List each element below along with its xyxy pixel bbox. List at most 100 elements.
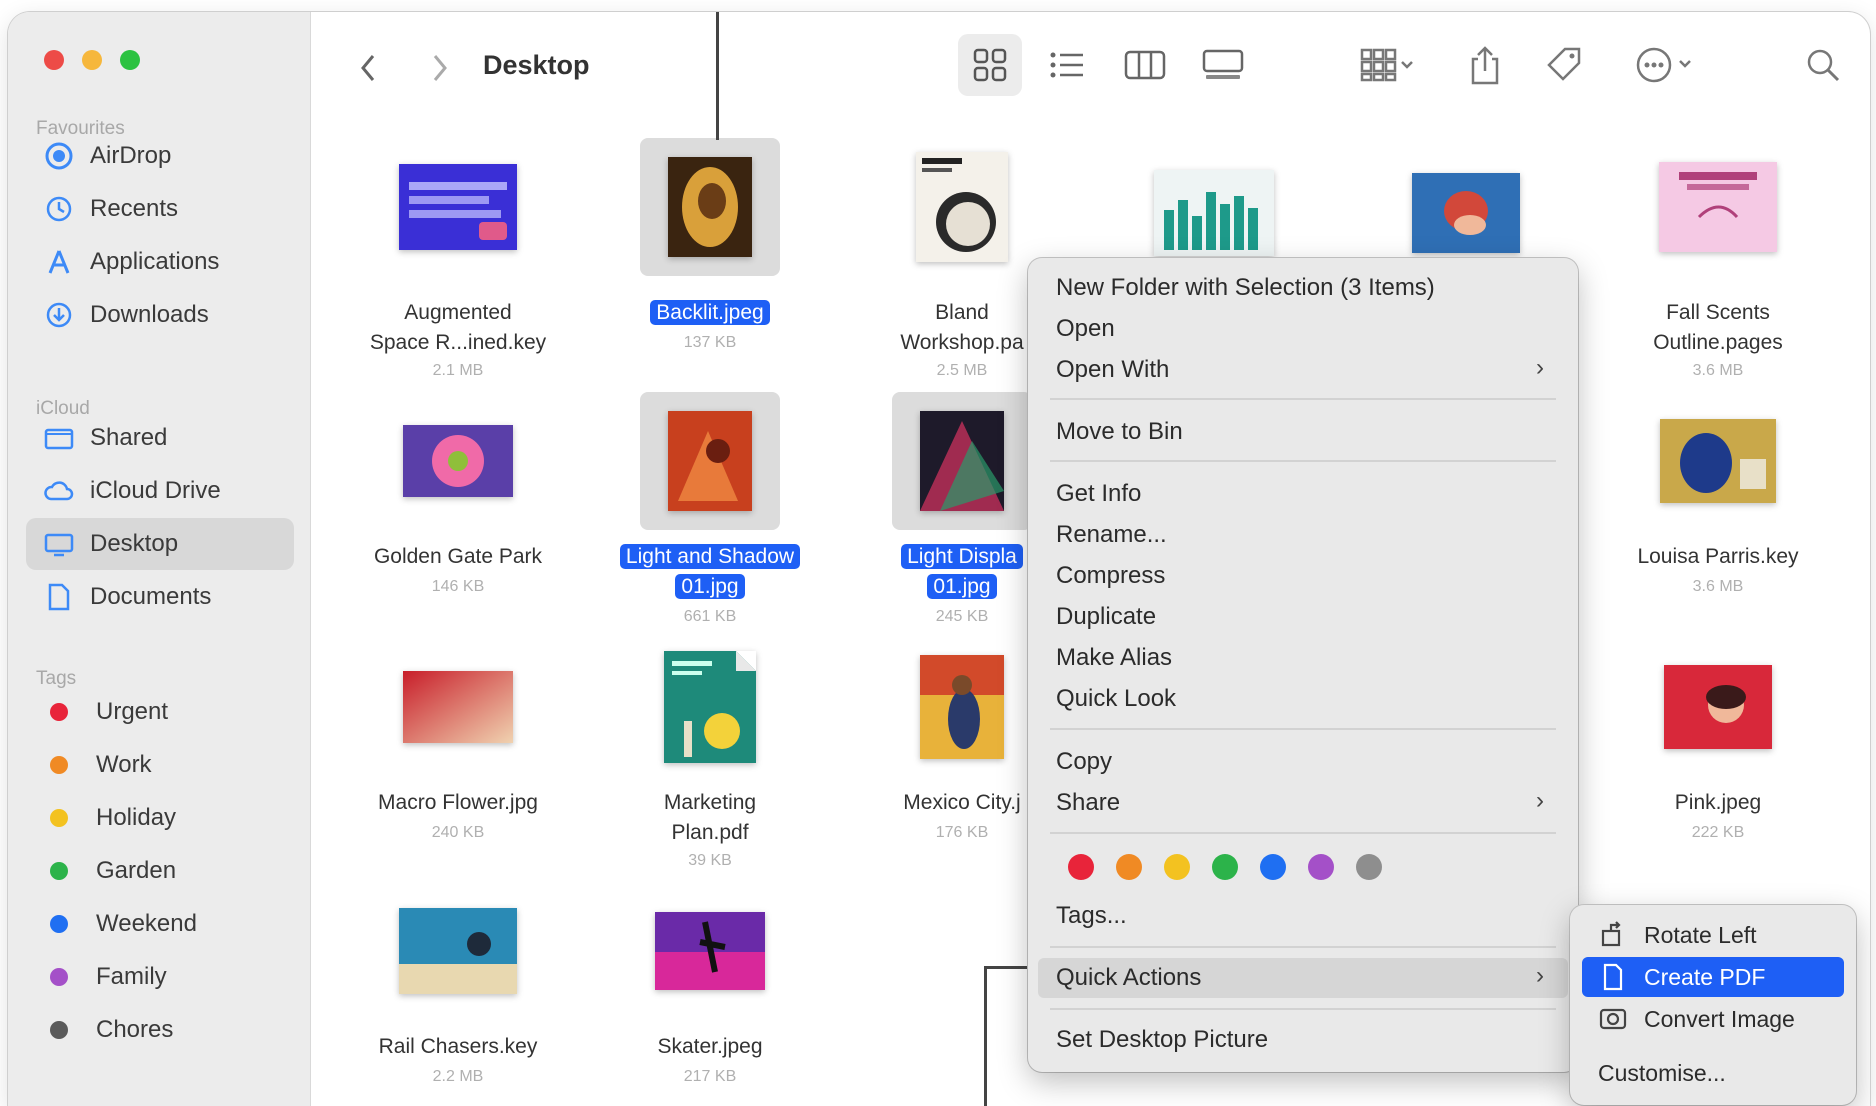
tag-color-blue[interactable] bbox=[1260, 854, 1286, 880]
zoom-window-button[interactable] bbox=[120, 50, 140, 70]
list-view-button[interactable] bbox=[1042, 40, 1092, 90]
file-item[interactable]: Macro Flower.jpg 240 KB bbox=[338, 638, 578, 848]
file-size: 2.1 MB bbox=[432, 362, 484, 379]
menu-item-open-with[interactable]: Open With › bbox=[1028, 350, 1578, 390]
sidebar-item-label: Holiday bbox=[96, 804, 177, 831]
submenu-item-customise[interactable]: Customise... bbox=[1582, 1053, 1844, 1093]
sidebar-tag-family[interactable]: Family bbox=[26, 951, 294, 1003]
sidebar-tag-garden[interactable]: Garden bbox=[26, 845, 294, 897]
file-name: Marketing Plan.pdf bbox=[663, 791, 757, 844]
sidebar-item-recents[interactable]: Recents bbox=[26, 183, 294, 235]
file-item[interactable]: Augmented Space R...ined.key 2.1 MB bbox=[338, 138, 578, 388]
file-item-selected[interactable]: Backlit.jpeg 137 KB bbox=[590, 138, 830, 368]
file-item[interactable]: Rail Chasers.key 2.2 MB bbox=[338, 882, 578, 1092]
menu-item-compress[interactable]: Compress bbox=[1028, 556, 1578, 596]
close-window-button[interactable] bbox=[44, 50, 64, 70]
file-item[interactable]: Skater.jpeg 217 KB bbox=[590, 882, 830, 1092]
file-thumbnail-area bbox=[388, 638, 528, 776]
pages-thumbnail-icon bbox=[916, 152, 1008, 262]
sidebar-item-label: Shared bbox=[90, 424, 168, 451]
group-by-button[interactable] bbox=[1348, 40, 1428, 90]
search-button[interactable] bbox=[1798, 40, 1848, 90]
photo-thumbnail-icon bbox=[1412, 173, 1520, 253]
menu-item-set-desktop-picture[interactable]: Set Desktop Picture bbox=[1028, 1020, 1578, 1060]
menu-item-rename[interactable]: Rename... bbox=[1028, 515, 1578, 555]
sidebar-item-label: AirDrop bbox=[90, 142, 172, 169]
file-name: Louisa Parris.key bbox=[1637, 545, 1799, 568]
rotate-left-icon bbox=[1596, 921, 1630, 949]
back-button[interactable] bbox=[348, 48, 388, 88]
tag-color-dot bbox=[50, 809, 68, 827]
photo-thumbnail-icon bbox=[920, 411, 1004, 511]
menu-item-quick-look[interactable]: Quick Look bbox=[1028, 679, 1578, 719]
tag-color-green[interactable] bbox=[1212, 854, 1238, 880]
sidebar-tag-chores[interactable]: Chores bbox=[26, 1004, 294, 1056]
icon-view-button[interactable] bbox=[958, 34, 1022, 96]
minimize-window-button[interactable] bbox=[82, 50, 102, 70]
file-thumbnail-area bbox=[640, 138, 780, 276]
sidebar-item-airdrop[interactable]: AirDrop bbox=[26, 130, 294, 182]
download-icon bbox=[42, 298, 76, 332]
file-item[interactable]: Marketing Plan.pdf 39 KB bbox=[590, 638, 830, 878]
sidebar-tag-work[interactable]: Work bbox=[26, 739, 294, 791]
sidebar-item-documents[interactable]: Documents bbox=[26, 571, 294, 623]
sidebar-item-label: iCloud Drive bbox=[90, 477, 221, 504]
file-item[interactable]: Pink.jpeg 222 KB bbox=[1598, 638, 1838, 848]
numbers-thumbnail-icon bbox=[1154, 170, 1274, 256]
more-actions-button[interactable] bbox=[1626, 40, 1706, 90]
sidebar-item-downloads[interactable]: Downloads bbox=[26, 289, 294, 341]
file-item[interactable] bbox=[1346, 138, 1586, 258]
tag-color-purple[interactable] bbox=[1308, 854, 1334, 880]
file-item[interactable]: Golden Gate Park 146 KB bbox=[338, 392, 578, 602]
menu-item-copy[interactable]: Copy bbox=[1028, 742, 1578, 782]
file-item[interactable]: Louisa Parris.key 3.6 MB bbox=[1598, 392, 1838, 602]
menu-item-move-to-bin[interactable]: Move to Bin bbox=[1028, 412, 1578, 452]
menu-item-share[interactable]: Share › bbox=[1028, 783, 1578, 823]
submenu-item-create-pdf[interactable]: Create PDF bbox=[1582, 957, 1844, 997]
menu-item-new-folder-with-selection[interactable]: New Folder with Selection (3 Items) bbox=[1028, 268, 1578, 308]
share-button[interactable] bbox=[1458, 38, 1512, 92]
file-thumbnail-area bbox=[640, 638, 780, 776]
forward-button[interactable] bbox=[420, 48, 460, 88]
file-item-selected[interactable]: Light and Shadow 01.jpg 661 KB bbox=[590, 392, 830, 632]
submenu-item-rotate-left[interactable]: Rotate Left bbox=[1582, 915, 1844, 955]
cloud-icon bbox=[42, 474, 76, 508]
sidebar-item-label: Recents bbox=[90, 195, 179, 222]
menu-item-open[interactable]: Open bbox=[1028, 309, 1578, 349]
share-icon bbox=[1471, 46, 1499, 85]
file-thumbnail-area bbox=[388, 882, 528, 1020]
file-size: 661 KB bbox=[683, 608, 737, 625]
sidebar-tag-weekend[interactable]: Weekend bbox=[26, 898, 294, 950]
file-thumbnail-area bbox=[640, 392, 780, 530]
tag-color-orange[interactable] bbox=[1116, 854, 1142, 880]
file-item[interactable] bbox=[1094, 138, 1334, 258]
sidebar-item-icloud-drive[interactable]: iCloud Drive bbox=[26, 465, 294, 517]
tag-color-red[interactable] bbox=[1068, 854, 1094, 880]
sidebar-tag-urgent[interactable]: Urgent bbox=[26, 686, 294, 738]
gallery-view-button[interactable] bbox=[1198, 40, 1248, 90]
tag-color-dot bbox=[50, 915, 68, 933]
tag-button[interactable] bbox=[1538, 38, 1592, 92]
window-title: Desktop bbox=[483, 50, 590, 80]
sidebar-item-shared[interactable]: Shared bbox=[26, 412, 294, 464]
menu-item-make-alias[interactable]: Make Alias bbox=[1028, 638, 1578, 678]
shared-folder-icon bbox=[42, 421, 76, 455]
tag-color-yellow[interactable] bbox=[1164, 854, 1190, 880]
sidebar-item-desktop[interactable]: Desktop bbox=[26, 518, 294, 570]
menu-item-quick-actions[interactable]: Quick Actions › bbox=[1038, 958, 1568, 998]
menu-item-duplicate[interactable]: Duplicate bbox=[1028, 597, 1578, 637]
sidebar-tag-holiday[interactable]: Holiday bbox=[26, 792, 294, 844]
sidebar-item-label: Applications bbox=[90, 248, 220, 275]
file-name: Augmented Space R...ined.key bbox=[369, 301, 547, 354]
sidebar-item-label: Garden bbox=[96, 857, 177, 884]
file-name: Pink.jpeg bbox=[1674, 791, 1762, 814]
tag-color-grey[interactable] bbox=[1356, 854, 1382, 880]
menu-item-get-info[interactable]: Get Info bbox=[1028, 474, 1578, 514]
submenu-item-convert-image[interactable]: Convert Image bbox=[1582, 999, 1844, 1039]
menu-item-tags[interactable]: Tags... bbox=[1028, 896, 1578, 936]
callout-line-bottom-vertical bbox=[984, 966, 987, 1106]
file-item[interactable]: Fall Scents Outline.pages 3.6 MB bbox=[1598, 138, 1838, 388]
column-view-button[interactable] bbox=[1120, 40, 1170, 90]
sidebar-item-applications[interactable]: Applications bbox=[26, 236, 294, 288]
chevron-right-icon bbox=[433, 55, 447, 81]
